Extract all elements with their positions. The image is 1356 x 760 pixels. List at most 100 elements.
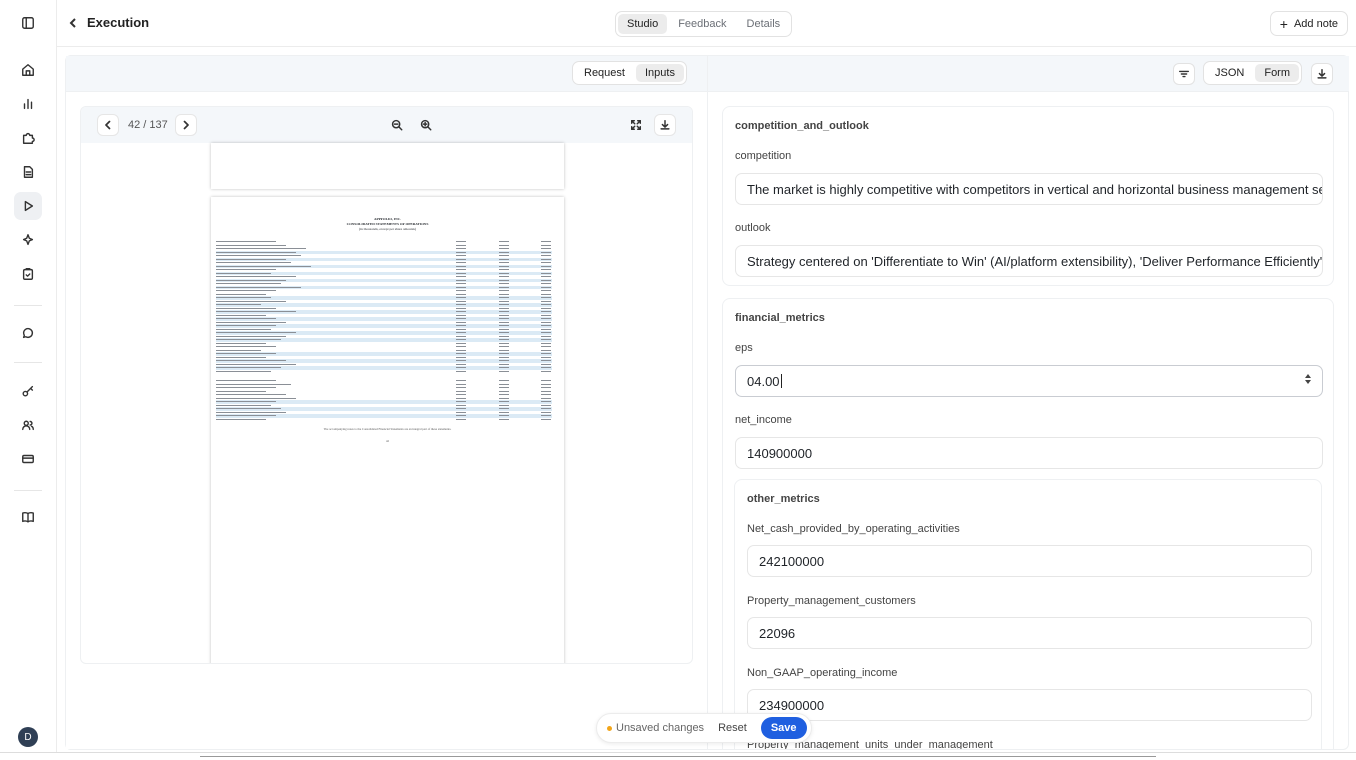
row-value-line (456, 283, 466, 285)
prev-page-button[interactable] (97, 114, 119, 136)
row-value-line (541, 255, 551, 257)
row-value-line (541, 307, 551, 309)
row-value-line (499, 321, 509, 323)
number-stepper[interactable] (1305, 374, 1311, 384)
row-value-line (499, 255, 509, 257)
tab-feedback[interactable]: Feedback (669, 14, 735, 34)
row-label-line (216, 248, 306, 250)
row-value-line (456, 367, 466, 369)
row-label-line (216, 397, 296, 399)
eps-field[interactable]: 04.00 (735, 365, 1323, 397)
row-value-line (456, 311, 466, 313)
outlook-field[interactable]: Strategy centered on 'Differentiate to W… (735, 245, 1323, 277)
tab-form[interactable]: Form (1255, 64, 1300, 82)
book-icon[interactable] (14, 503, 42, 531)
competition-field[interactable]: The market is highly competitive with co… (735, 173, 1323, 205)
filter-icon (1178, 70, 1190, 78)
left-rail: D (0, 0, 57, 760)
save-button[interactable]: Save (760, 717, 807, 739)
credit-card-icon[interactable] (14, 445, 42, 473)
row-value-line (456, 255, 466, 257)
row-value-line (456, 356, 466, 358)
play-icon[interactable] (14, 192, 42, 220)
row-value-line (541, 328, 551, 330)
non-gaap-field[interactable]: 234900000 (747, 689, 1312, 721)
row-value-line (456, 408, 466, 410)
row-value-line (541, 258, 551, 260)
row-value-line (499, 370, 509, 372)
row-value-line (499, 265, 509, 267)
statement-row (216, 370, 552, 374)
users-icon[interactable] (14, 411, 42, 439)
row-value-line (541, 380, 551, 382)
net-cash-field[interactable]: 242100000 (747, 545, 1312, 577)
non-gaap-label: Non_GAAP_operating_income (747, 667, 898, 679)
add-note-label: Add note (1293, 17, 1338, 30)
row-value-line (456, 251, 466, 253)
row-value-line (541, 251, 551, 253)
zoom-in-button[interactable] (415, 114, 437, 136)
fullscreen-button[interactable] (625, 114, 647, 136)
row-label-line (216, 342, 266, 344)
clipboard-check-icon[interactable] (14, 260, 42, 288)
row-label-line (216, 279, 286, 281)
row-label-line (216, 325, 276, 327)
bar-chart-icon[interactable] (14, 90, 42, 118)
tab-json[interactable]: JSON (1206, 64, 1253, 82)
add-note-button[interactable]: + Add note (1269, 11, 1348, 36)
row-value-line (456, 290, 466, 292)
status-dot (607, 725, 612, 731)
download-button[interactable] (654, 114, 676, 136)
tab-inputs[interactable]: Inputs (635, 64, 684, 82)
row-value-line (499, 286, 509, 288)
row-value-line (541, 339, 551, 341)
reset-button[interactable]: Reset (718, 722, 747, 734)
row-label-line (216, 290, 276, 292)
next-page-button[interactable] (175, 114, 197, 136)
home-icon[interactable] (14, 56, 42, 84)
key-icon[interactable] (14, 377, 42, 405)
tab-studio[interactable]: Studio (618, 14, 668, 34)
row-value-line (499, 404, 509, 406)
row-label-line (216, 255, 301, 257)
property-customers-field[interactable]: 22096 (747, 617, 1312, 649)
tab-details[interactable]: Details (738, 14, 790, 34)
row-value-line (541, 390, 551, 392)
sidebar-toggle-icon[interactable] (14, 9, 42, 37)
export-button[interactable] (1311, 63, 1333, 85)
avatar[interactable]: D (18, 727, 38, 747)
sparkles-icon[interactable] (14, 226, 42, 254)
row-value-line (499, 367, 509, 369)
row-value-line (499, 401, 509, 403)
tab-request[interactable]: Request (575, 64, 634, 82)
filter-button[interactable] (1173, 63, 1195, 85)
back-button[interactable]: Execution (67, 15, 149, 30)
row-value-line (456, 360, 466, 362)
row-value-line (499, 272, 509, 274)
row-value-line (541, 394, 551, 396)
row-value-line (499, 244, 509, 246)
zoom-out-icon (391, 119, 403, 131)
row-value-line (456, 332, 466, 334)
zoom-out-button[interactable] (386, 114, 408, 136)
row-value-line (499, 300, 509, 302)
row-value-line (456, 335, 466, 337)
document-icon[interactable] (14, 158, 42, 186)
row-value-line (499, 314, 509, 316)
row-value-line (541, 297, 551, 299)
row-value-line (456, 404, 466, 406)
row-value-line (541, 387, 551, 389)
row-value-line (456, 262, 466, 264)
row-label-line (216, 300, 286, 302)
row-value-line (499, 418, 509, 420)
row-label-line (216, 339, 281, 341)
row-value-line (499, 248, 509, 250)
row-value-line (541, 415, 551, 417)
row-label-line (216, 411, 286, 413)
row-label-line (216, 387, 276, 389)
puzzle-icon[interactable] (14, 124, 42, 152)
chat-icon[interactable] (14, 319, 42, 347)
row-value-line (541, 346, 551, 348)
row-value-line (541, 342, 551, 344)
net-income-field[interactable]: 140900000 (735, 437, 1323, 469)
